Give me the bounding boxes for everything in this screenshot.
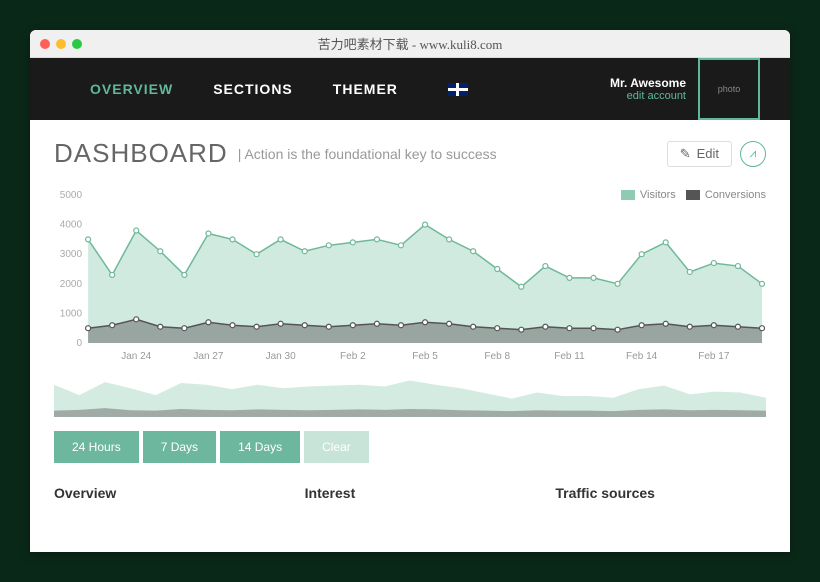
svg-text:0: 0: [77, 338, 83, 349]
panel-interest: Interest: [305, 485, 516, 509]
chart-svg: 0 1000 2000 3000 4000 5000 Jan 24 Jan 27 Jan 30 F…: [54, 183, 766, 363]
panel-overview-title: Overview: [54, 485, 265, 501]
app-window: 苦力吧素材下载 - www.kuli8.com OVERVIEW SECTION…: [30, 30, 790, 552]
svg-text:Feb 8: Feb 8: [484, 351, 510, 362]
user-block: Mr. Awesome edit account: [610, 76, 686, 102]
page-subtitle: | Action is the foundational key to succ…: [238, 146, 497, 162]
svg-text:Feb 5: Feb 5: [412, 351, 438, 362]
mini-chart-svg: [54, 369, 766, 417]
nav-sections[interactable]: SECTIONS: [213, 81, 293, 97]
main-chart: Visitors Conversions 0 1000 2000 3000 4000 50…: [54, 183, 766, 363]
panel-traffic-title: Traffic sources: [555, 485, 766, 501]
user-name: Mr. Awesome: [610, 76, 686, 90]
flag-uk-icon[interactable]: [448, 83, 468, 96]
titlebar: 苦力吧素材下载 - www.kuli8.com: [30, 30, 790, 58]
svg-text:Feb 2: Feb 2: [340, 351, 366, 362]
minimize-icon[interactable]: [56, 39, 66, 49]
lower-panels: Overview Interest Traffic sources: [54, 485, 766, 509]
window-title: 苦力吧素材下载 - www.kuli8.com: [30, 34, 790, 53]
close-icon[interactable]: [40, 39, 50, 49]
svg-text:5000: 5000: [60, 190, 83, 201]
maximize-icon[interactable]: [72, 39, 82, 49]
mini-chart: [54, 369, 766, 417]
svg-text:Jan 24: Jan 24: [121, 351, 152, 362]
svg-text:Feb 11: Feb 11: [554, 351, 585, 362]
legend-swatch-visitors: [621, 190, 635, 200]
svg-text:Jan 30: Jan 30: [266, 351, 297, 362]
window-controls: [40, 39, 82, 49]
range-24h-button[interactable]: 24 Hours: [54, 431, 139, 463]
range-clear-button[interactable]: Clear: [304, 431, 369, 463]
nav-overview[interactable]: OVERVIEW: [90, 81, 173, 97]
svg-text:1000: 1000: [60, 308, 83, 319]
legend-conversions: Conversions: [686, 189, 766, 201]
legend-visitors: Visitors: [621, 189, 676, 201]
svg-text:Feb 17: Feb 17: [698, 351, 730, 362]
range-7d-button[interactable]: 7 Days: [143, 431, 216, 463]
edit-button-label: Edit: [697, 146, 719, 161]
panel-traffic: Traffic sources: [555, 485, 766, 509]
page-header: DASHBOARD | Action is the foundational k…: [54, 138, 766, 169]
svg-text:Jan 27: Jan 27: [193, 351, 224, 362]
chart-legend: Visitors Conversions: [621, 189, 766, 201]
edit-account-link[interactable]: edit account: [610, 90, 686, 102]
panel-interest-title: Interest: [305, 485, 516, 501]
time-range-buttons: 24 Hours 7 Days 14 Days Clear: [54, 431, 766, 463]
activity-icon: ⩘: [750, 146, 757, 161]
panel-overview: Overview: [54, 485, 265, 509]
navbar: OVERVIEW SECTIONS THEMER Mr. Awesome edi…: [30, 58, 790, 120]
svg-text:4000: 4000: [60, 220, 83, 231]
pencil-icon: ✎: [680, 146, 691, 162]
edit-button[interactable]: ✎ Edit: [667, 141, 732, 167]
page-title: DASHBOARD: [54, 138, 228, 169]
content: DASHBOARD | Action is the foundational k…: [30, 120, 790, 509]
svg-text:2000: 2000: [60, 279, 83, 290]
range-14d-button[interactable]: 14 Days: [220, 431, 300, 463]
legend-swatch-conversions: [686, 190, 700, 200]
svg-text:Feb 14: Feb 14: [626, 351, 658, 362]
activity-button[interactable]: ⩘: [740, 141, 766, 167]
avatar[interactable]: photo: [698, 58, 760, 120]
nav-themer[interactable]: THEMER: [333, 81, 398, 97]
svg-text:3000: 3000: [60, 249, 83, 260]
